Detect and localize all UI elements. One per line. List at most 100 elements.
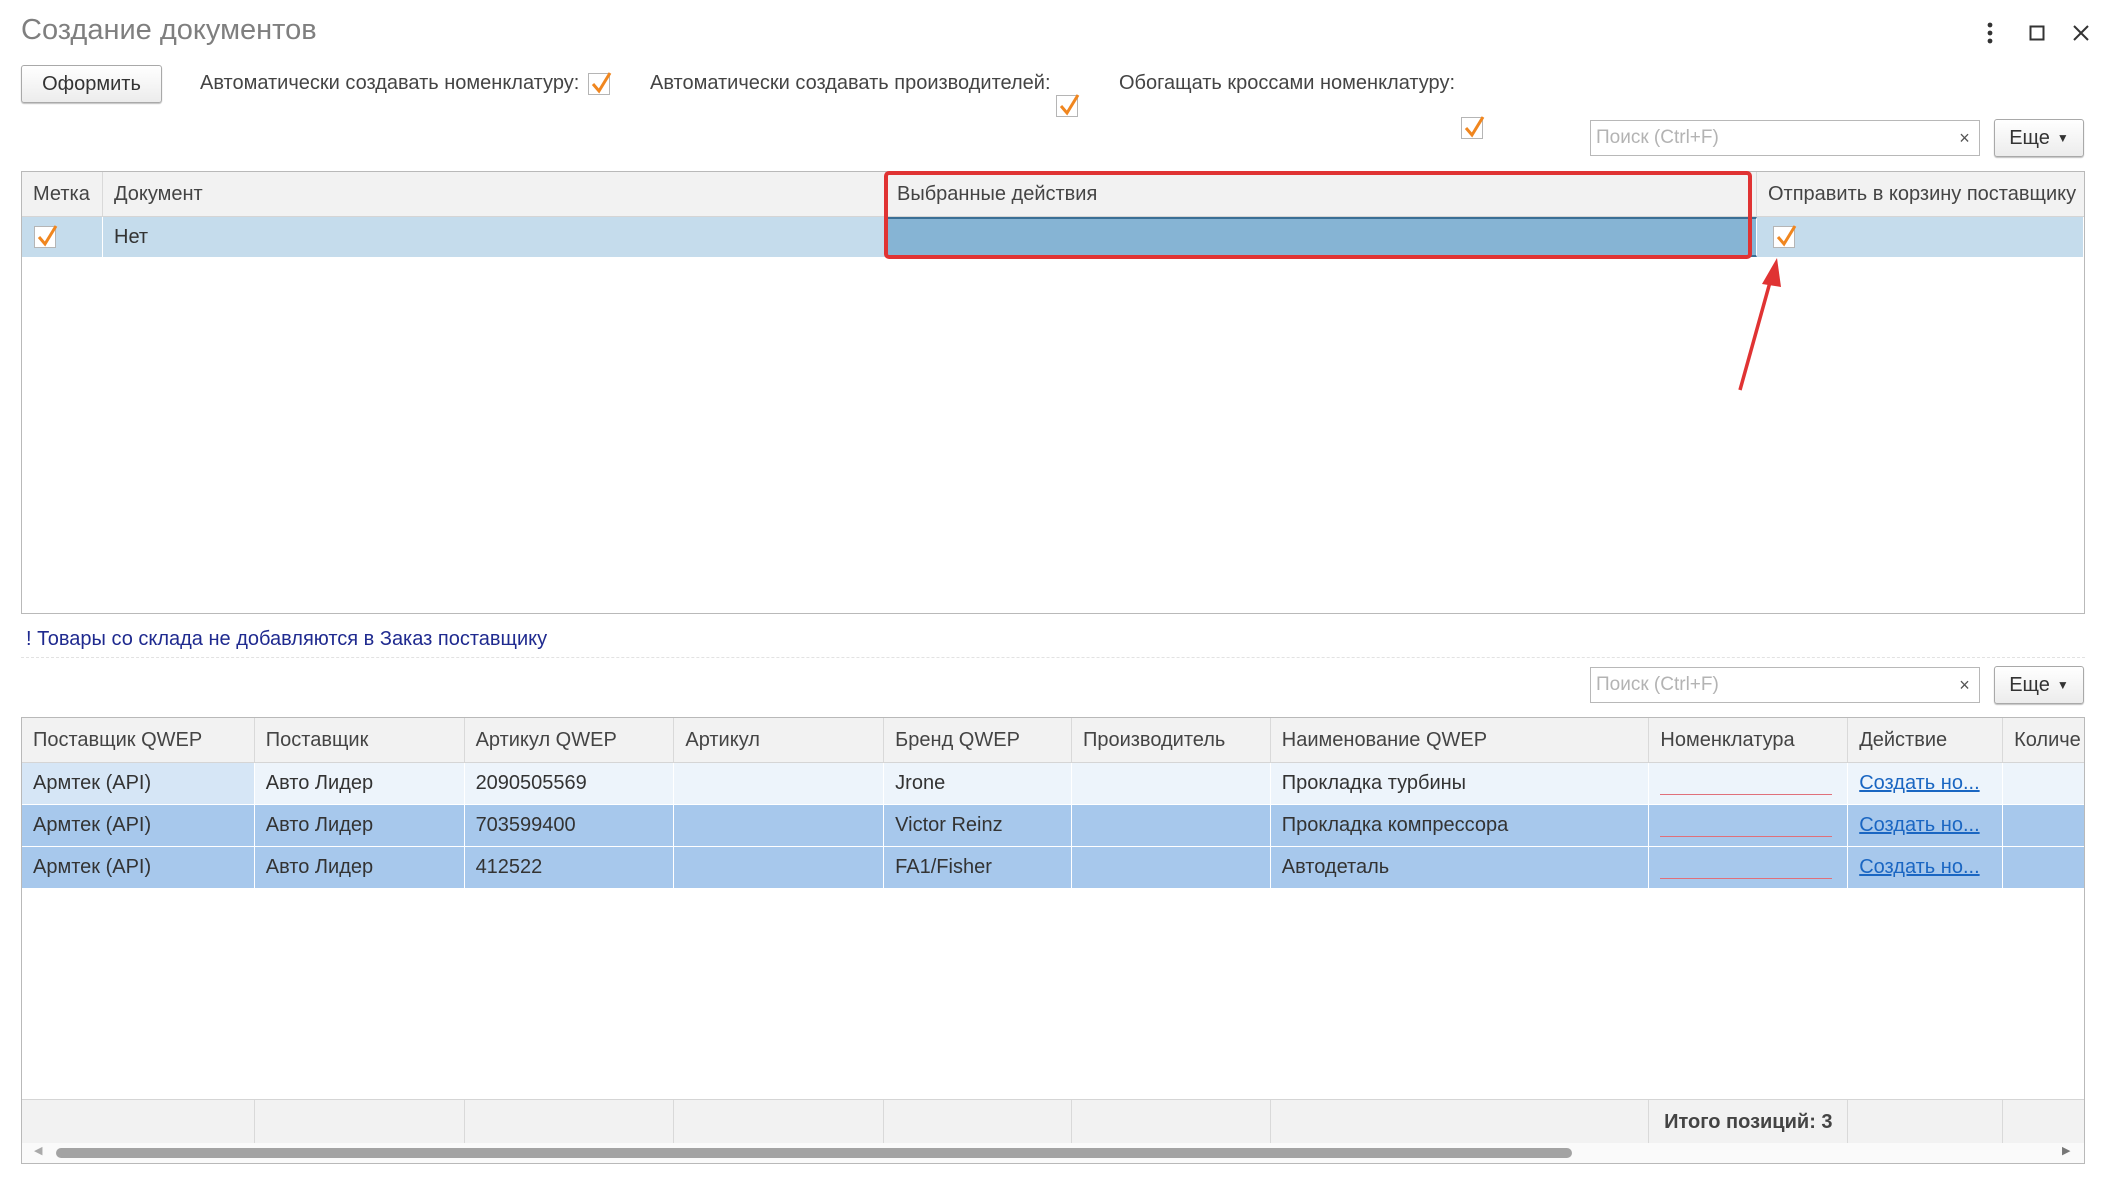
name-qwep-cell[interactable]: Прокладка турбины (1271, 763, 1650, 804)
article-cell[interactable] (674, 847, 885, 888)
name-qwep-cell[interactable]: Автодеталь (1271, 847, 1650, 888)
footer-cell (22, 1100, 255, 1144)
column-header-selected-actions[interactable]: Выбранные действия (886, 172, 1757, 216)
column-header-document[interactable]: Документ (103, 172, 886, 216)
column-header-manufacturer[interactable]: Производитель (1072, 718, 1271, 762)
auto-manufacturers-label: Автоматически создавать производителей: (650, 72, 1051, 94)
send-to-cart-checkbox[interactable] (1773, 225, 1797, 248)
table-row[interactable]: Армтек (API) Авто Лидер 703599400 Victor… (22, 805, 2084, 847)
selected-actions-cell[interactable] (886, 217, 1757, 257)
manufacturer-cell[interactable] (1072, 805, 1271, 846)
quantity-cell[interactable] (2003, 805, 2084, 846)
column-header-action[interactable]: Действие (1848, 718, 2004, 762)
manufacturer-cell[interactable] (1072, 763, 1271, 804)
bottom-search-clear-button[interactable]: × (1950, 667, 1980, 703)
items-grid[interactable]: Поставщик QWEP Поставщик Артикул QWEP Ар… (21, 717, 2085, 1164)
nomenclature-cell[interactable] (1649, 805, 1849, 846)
brand-qwep-cell[interactable]: Victor Reinz (884, 805, 1072, 846)
footer-cell (1271, 1100, 1650, 1144)
column-header-brand-qwep[interactable]: Бренд QWEP (884, 718, 1072, 762)
column-header-quantity[interactable]: Количе (2003, 718, 2084, 762)
article-qwep-cell[interactable]: 2090505569 (465, 763, 675, 804)
column-header-mark[interactable]: Метка (22, 172, 103, 216)
bottom-more-button[interactable]: Еще ▼ (1994, 666, 2084, 704)
items-grid-header: Поставщик QWEP Поставщик Артикул QWEP Ар… (22, 718, 2084, 763)
scrollbar-thumb[interactable] (56, 1148, 1572, 1158)
quantity-cell[interactable] (2003, 763, 2084, 804)
quantity-cell[interactable] (2003, 847, 2084, 888)
auto-manufacturers-checkbox[interactable] (1056, 94, 1080, 117)
table-row[interactable]: Армтек (API) Авто Лидер 2090505569 Jrone… (22, 763, 2084, 805)
name-qwep-cell[interactable]: Прокладка компрессора (1271, 805, 1650, 846)
scroll-right-icon[interactable]: ▶ (2062, 1144, 2070, 1157)
footer-cell (2003, 1100, 2084, 1144)
supplier-qwep-cell[interactable]: Армтек (API) (22, 847, 255, 888)
enrich-crosses-label: Обогащать кроссами номенклатуру: (1119, 72, 1456, 94)
documents-grid-header: Метка Документ Выбранные действия Отправ… (22, 172, 2084, 217)
window-title: Создание документов (21, 14, 317, 46)
manufacturer-cell[interactable] (1072, 847, 1271, 888)
scroll-left-icon[interactable]: ◀ (34, 1144, 42, 1157)
table-row[interactable]: Армтек (API) Авто Лидер 412522 FA1/Fishe… (22, 847, 2084, 889)
nomenclature-cell[interactable] (1649, 847, 1849, 888)
top-more-button[interactable]: Еще ▼ (1994, 119, 2084, 157)
bottom-search-input[interactable] (1594, 673, 1947, 697)
supplier-cell[interactable]: Авто Лидер (255, 763, 465, 804)
bottom-more-label: Еще (2009, 673, 2050, 696)
top-search-input[interactable] (1594, 126, 1947, 150)
enrich-crosses-checkbox[interactable] (1461, 116, 1485, 139)
mark-cell[interactable] (22, 217, 103, 257)
checkmark-icon (1059, 94, 1080, 116)
auto-nomenclature-checkbox[interactable] (588, 72, 612, 95)
checkmark-icon (591, 72, 612, 94)
action-cell[interactable]: Создать но... (1848, 805, 2004, 846)
top-search-field[interactable] (1590, 120, 1951, 156)
horizontal-scrollbar[interactable]: ◀ ▶ (22, 1143, 2084, 1163)
column-header-article[interactable]: Артикул (674, 718, 885, 762)
supplier-cell[interactable]: Авто Лидер (255, 847, 465, 888)
article-qwep-cell[interactable]: 412522 (465, 847, 675, 888)
items-grid-footer: Итого позиций: 3 (22, 1099, 2084, 1144)
column-header-article-qwep[interactable]: Артикул QWEP (465, 718, 675, 762)
annotation-arrow-icon (1738, 258, 1781, 391)
nomenclature-empty-field[interactable] (1660, 772, 1833, 795)
auto-nomenclature-label: Автоматически создавать номенклатуру: (200, 72, 580, 94)
top-search-clear-button[interactable]: × (1950, 120, 1980, 156)
column-header-supplier-qwep[interactable]: Поставщик QWEP (22, 718, 255, 762)
nomenclature-cell[interactable] (1649, 763, 1849, 804)
article-cell[interactable] (674, 763, 885, 804)
article-cell[interactable] (674, 805, 885, 846)
close-icon[interactable] (2066, 18, 2096, 48)
brand-qwep-cell[interactable]: Jrone (884, 763, 1072, 804)
divider (21, 657, 2085, 658)
nomenclature-empty-field[interactable] (1660, 814, 1833, 837)
maximize-icon[interactable] (2022, 18, 2052, 48)
create-nomenclature-link[interactable]: Создать но... (1859, 772, 1979, 795)
warning-message: ! Товары со склада не добавляются в Зака… (26, 628, 548, 650)
brand-qwep-cell[interactable]: FA1/Fisher (884, 847, 1072, 888)
column-header-supplier[interactable]: Поставщик (255, 718, 465, 762)
process-button[interactable]: Оформить (21, 65, 162, 103)
action-cell[interactable]: Создать но... (1848, 763, 2004, 804)
top-more-label: Еще (2009, 126, 2050, 149)
footer-cell (255, 1100, 465, 1144)
footer-cell (1072, 1100, 1271, 1144)
column-header-send-to-cart[interactable]: Отправить в корзину поставщику (1757, 172, 2084, 216)
supplier-cell[interactable]: Авто Лидер (255, 805, 465, 846)
bottom-search-field[interactable] (1590, 667, 1951, 703)
create-nomenclature-link[interactable]: Создать но... (1859, 856, 1979, 879)
supplier-qwep-cell[interactable]: Армтек (API) (22, 763, 255, 804)
send-to-cart-cell[interactable] (1757, 217, 2084, 257)
article-qwep-cell[interactable]: 703599400 (465, 805, 675, 846)
checkmark-icon (1776, 225, 1797, 247)
mark-checkbox[interactable] (34, 225, 58, 248)
nomenclature-empty-field[interactable] (1660, 856, 1833, 879)
document-cell[interactable]: Нет (103, 217, 886, 257)
footer-total: Итого позиций: 3 (1649, 1100, 1849, 1144)
action-cell[interactable]: Создать но... (1848, 847, 2004, 888)
column-header-name-qwep[interactable]: Наименование QWEP (1271, 718, 1650, 762)
supplier-qwep-cell[interactable]: Армтек (API) (22, 805, 255, 846)
more-menu-icon[interactable] (1975, 18, 2005, 48)
column-header-nomenclature[interactable]: Номенклатура (1649, 718, 1849, 762)
create-nomenclature-link[interactable]: Создать но... (1859, 814, 1979, 837)
